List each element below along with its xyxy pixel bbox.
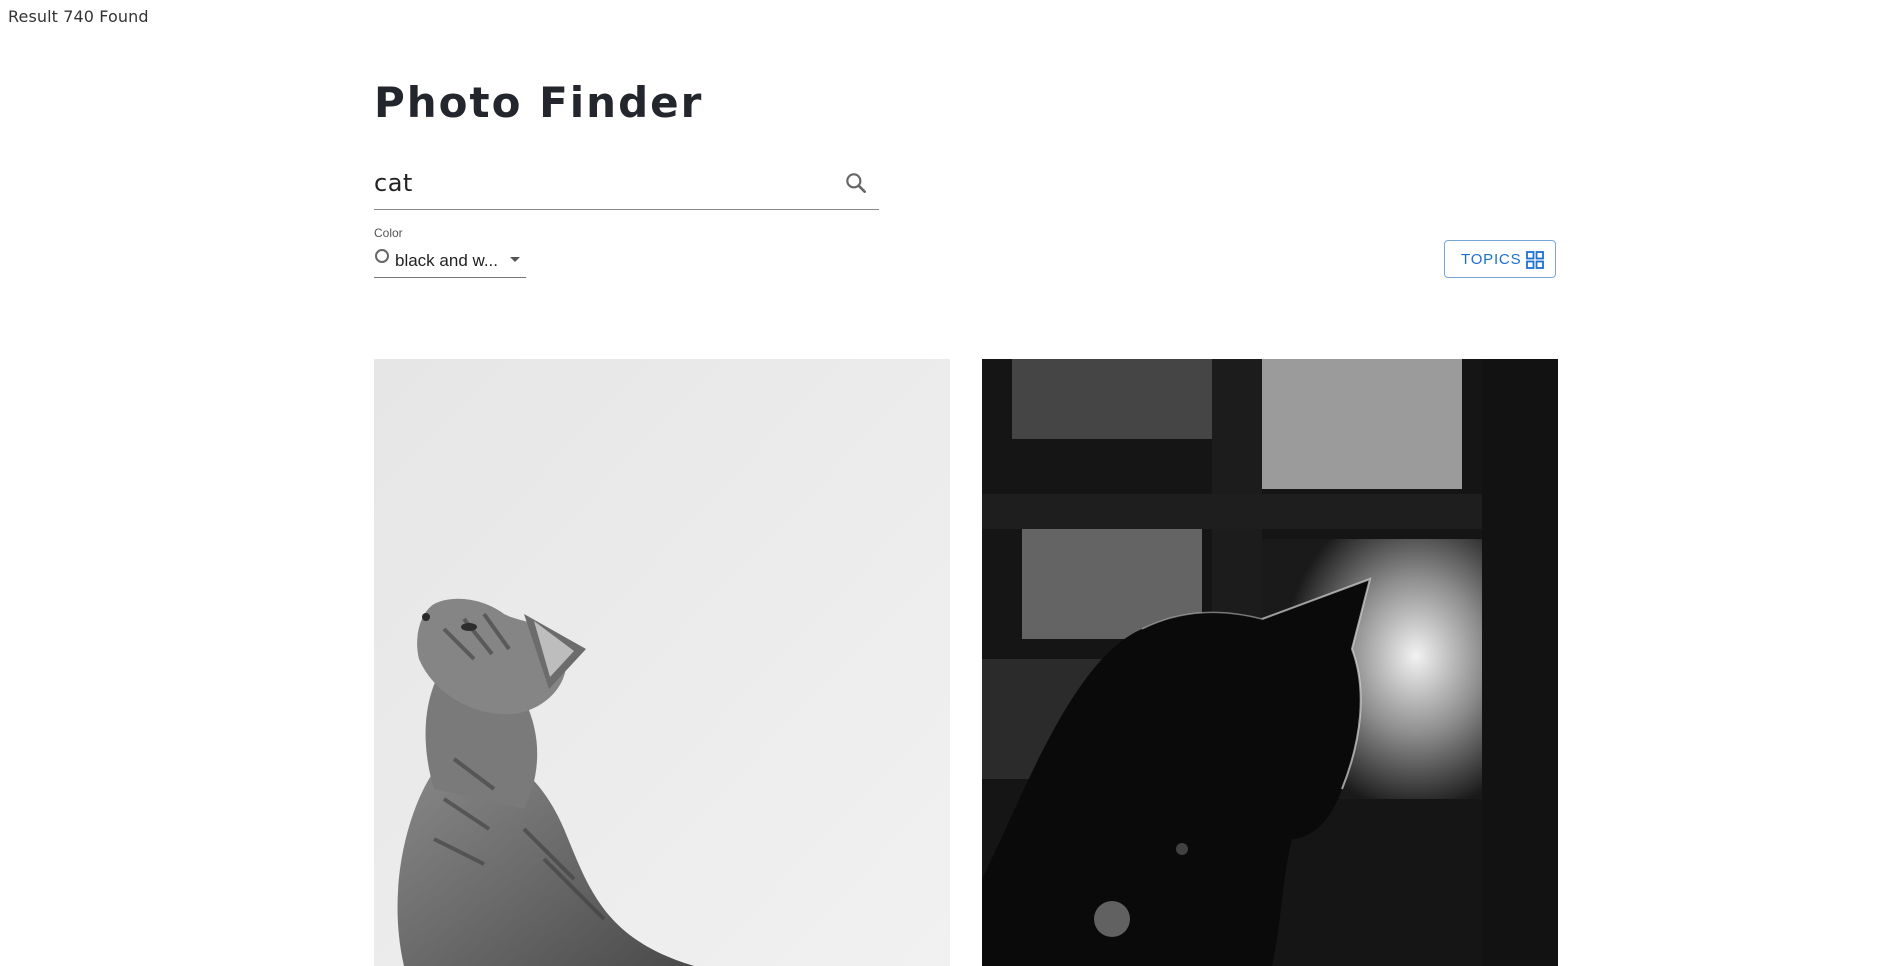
- search-bar: [374, 158, 879, 210]
- chevron-down-icon: [510, 257, 520, 262]
- photo-cat-looking-up: [374, 359, 950, 966]
- main-container: Photo Finder Color black and w... TOPICS: [374, 0, 1558, 966]
- circle-icon: [375, 249, 389, 263]
- photo-card[interactable]: [374, 359, 950, 966]
- photo-cat-silhouette: [982, 359, 1558, 966]
- search-icon[interactable]: [843, 170, 869, 196]
- color-filter-value: black and w...: [395, 251, 499, 270]
- topics-button[interactable]: TOPICS: [1444, 240, 1556, 278]
- photo-card[interactable]: [982, 359, 1558, 966]
- grid-icon: [1526, 251, 1544, 269]
- page-title: Photo Finder: [374, 78, 704, 127]
- color-filter-label: Color: [374, 226, 403, 240]
- color-filter-select[interactable]: black and w...: [374, 245, 526, 278]
- topics-button-label: TOPICS: [1461, 251, 1522, 268]
- result-count: Result 740 Found: [8, 7, 149, 26]
- search-input[interactable]: [374, 158, 824, 208]
